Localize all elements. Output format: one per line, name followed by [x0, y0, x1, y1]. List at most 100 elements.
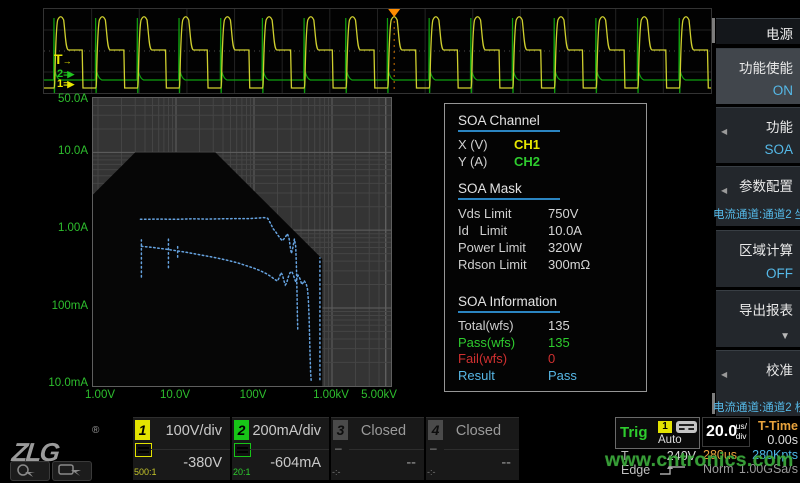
- x-tick-1kv: 1.00kV: [309, 389, 353, 401]
- pass-wfs-row: Pass(wfs) 135: [458, 335, 640, 351]
- trigger-arrow-icon: →: [63, 56, 72, 66]
- x-tick-5kv: 5.00kV: [357, 389, 401, 401]
- channel-1-badge: 1: [135, 420, 150, 440]
- menu-sidebar: 电源 功能使能 ON ◀ 功能 SOA ◀ 参数配置 电流通道:通道2 坐 区域…: [712, 0, 800, 425]
- channel-2-probe-ratio: 20:1: [233, 467, 251, 477]
- channel-4-badge: 4: [428, 420, 443, 440]
- chevron-left-icon: ◀: [721, 370, 727, 379]
- x-channel-label: X (V): [458, 137, 488, 152]
- oscilloscope-screen: { "device": {"brand": "ZLG"}, "icons": {…: [0, 0, 800, 480]
- area-calc-label: 区域计算: [739, 239, 793, 259]
- function-enable-value: ON: [773, 83, 793, 98]
- sidebar-item-calibration[interactable]: ◀ 校准 电流通道:通道2 校: [716, 350, 800, 419]
- y-tick-50a: 50.0A: [38, 93, 88, 105]
- channel-3-offset: --: [351, 455, 416, 471]
- total-wfs-label: Total(wfs): [458, 318, 514, 333]
- channel-3-block[interactable]: 3 – -:- Closed --: [331, 417, 424, 480]
- ch1-arrow-icon: ▶: [67, 79, 74, 89]
- divider: [444, 449, 519, 450]
- trigger-source-badge: 1: [658, 421, 672, 433]
- soa-xy-plot: [92, 97, 392, 387]
- id-limit-value: 10.0A: [548, 223, 582, 238]
- channel-4-block[interactable]: 4 – -:- Closed --: [426, 417, 519, 480]
- dc-coupling-icon: [234, 443, 251, 457]
- pass-wfs-value: 135: [548, 335, 570, 350]
- soa-plot-canvas: [93, 98, 391, 386]
- channel-2-offset: -604mA: [252, 455, 321, 471]
- parameter-config-subtext: 电流通道:通道2 坐: [713, 206, 800, 222]
- result-label: Result: [458, 368, 495, 383]
- result-value: Pass: [548, 368, 577, 383]
- dc-coupling-icon: [135, 443, 152, 457]
- fail-wfs-value: 0: [548, 351, 555, 366]
- y-tick-10ma: 10.0mA: [38, 377, 88, 389]
- watermark: www.cntronics.com: [605, 449, 800, 472]
- t-time-label: T-Time: [750, 419, 798, 433]
- section-underline: [458, 198, 560, 200]
- hand-tap-icon: [53, 462, 89, 478]
- vds-limit-row: Vds Limit 750V: [458, 206, 640, 222]
- trigger-status-box[interactable]: Trig 1 Auto: [615, 417, 700, 449]
- channel-4-offset: --: [446, 455, 511, 471]
- sidebar-scroll-indicator-top[interactable]: [712, 18, 715, 43]
- sidebar-item-power[interactable]: 电源: [716, 18, 800, 44]
- power-limit-row: Power Limit 320W: [458, 240, 640, 256]
- soa-info-panel: SOA Channel X (V) CH1 Y (A) CH2 SOA Mask…: [444, 103, 647, 392]
- trig-label: Trig: [620, 424, 648, 441]
- total-wfs-value: 135: [548, 318, 570, 333]
- y-tick-100ma: 100mA: [38, 300, 88, 312]
- result-row: Result Pass: [458, 368, 640, 384]
- mouse-icon: [11, 462, 47, 478]
- trigger-marker-label: T: [54, 51, 63, 67]
- vds-limit-value: 750V: [548, 206, 578, 221]
- x-tick-100v: 100V: [231, 389, 275, 401]
- chevron-down-icon: ▼: [780, 331, 790, 342]
- sidebar-item-area-calc[interactable]: 区域计算 OFF: [716, 230, 800, 287]
- registered-mark-icon: ®: [92, 425, 99, 436]
- power-label: 电源: [766, 23, 793, 43]
- calibration-label: 校准: [766, 359, 793, 379]
- fail-wfs-label: Fail(wfs): [458, 351, 507, 366]
- channel-4-scale: Closed: [446, 423, 511, 439]
- id-limit-row: Id Limit 10.0A: [458, 223, 640, 239]
- pass-wfs-label: Pass(wfs): [458, 335, 515, 350]
- power-limit-label: Power Limit: [458, 240, 526, 255]
- trigger-dc-coupling-icon: [676, 421, 697, 433]
- t-time-value: 0.00s: [750, 433, 798, 447]
- channel-2-block[interactable]: 2 20:1 200mA/div -604mA: [232, 417, 329, 480]
- soa-channel-title: SOA Channel: [458, 113, 540, 128]
- trigger-level-marker[interactable]: T→: [54, 51, 72, 67]
- y-tick-10a: 10.0A: [38, 145, 88, 157]
- id-limit-label: Id Limit: [458, 223, 507, 238]
- sidebar-item-export-report[interactable]: 导出报表 ▼: [716, 290, 800, 347]
- rdson-limit-row: Rdson Limit 300mΩ: [458, 257, 640, 273]
- calibration-subtext: 电流通道:通道2 校: [713, 399, 800, 415]
- y-tick-1a: 1.00A: [38, 222, 88, 234]
- function-enable-label: 功能使能: [739, 57, 793, 77]
- y-channel-label: Y (A): [458, 154, 487, 169]
- x-tick-10v: 10.0V: [153, 389, 197, 401]
- brand-logo: ZLG ®: [6, 419, 130, 479]
- soa-x-channel-row: X (V) CH1: [458, 137, 640, 153]
- tap-gesture-icon[interactable]: [52, 461, 92, 481]
- soa-information-title: SOA Information: [458, 294, 557, 309]
- fail-wfs-row: Fail(wfs) 0: [458, 351, 640, 367]
- x-tick-1v: 1.00V: [78, 389, 122, 401]
- timebase-box[interactable]: 20.0 us/ div: [702, 417, 750, 447]
- timebase-scale: 20.0: [706, 423, 737, 441]
- sidebar-item-function-enable[interactable]: 功能使能 ON: [716, 48, 800, 104]
- channel-3-scale: Closed: [351, 423, 416, 439]
- vds-limit-label: Vds Limit: [458, 206, 511, 221]
- ch1-ground-marker[interactable]: 1≡▶: [57, 78, 74, 90]
- rdson-limit-value: 300mΩ: [548, 257, 590, 272]
- divider: [250, 449, 329, 450]
- waveform-overview: [43, 8, 712, 94]
- y-channel-value: CH2: [514, 154, 540, 169]
- trigger-mode: Auto: [658, 434, 682, 446]
- sidebar-item-function[interactable]: ◀ 功能 SOA: [716, 107, 800, 163]
- channel-1-block[interactable]: 1 500:1 100V/div -380V: [133, 417, 230, 480]
- section-underline: [458, 311, 560, 313]
- sidebar-item-parameter-config[interactable]: ◀ 参数配置 电流通道:通道2 坐: [716, 166, 800, 226]
- touch-gesture-icon[interactable]: [10, 461, 50, 481]
- coupling-off-icon: –: [333, 443, 350, 455]
